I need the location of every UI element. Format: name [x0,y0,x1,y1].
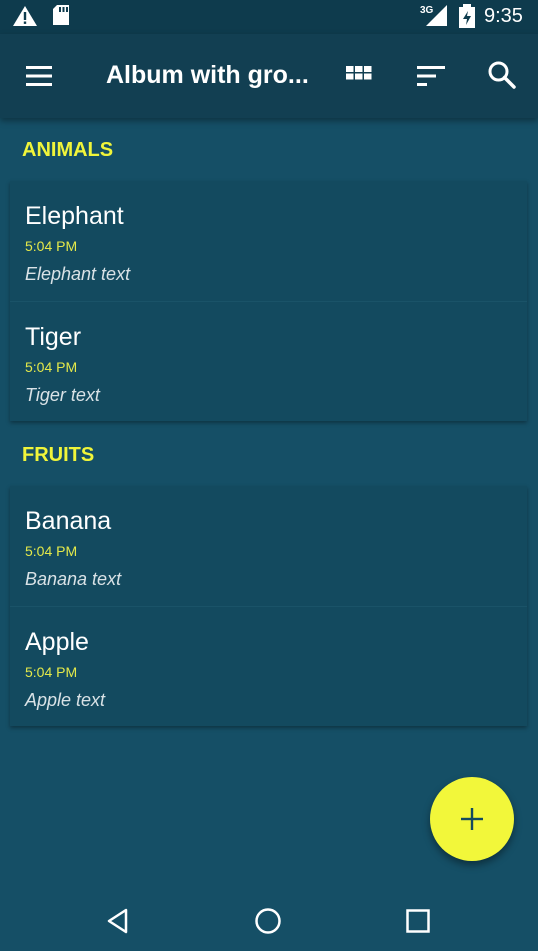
item-text: Banana text [25,569,122,589]
battery-icon [459,4,475,28]
plus-icon [461,808,483,830]
list-item[interactable]: Banana 5:04 PM Banana text [10,486,527,606]
item-time: 5:04 PM [25,543,78,559]
recents-icon[interactable] [404,907,432,935]
back-icon[interactable] [104,907,132,935]
list-item[interactable]: Tiger 5:04 PM Tiger text [10,301,527,421]
item-name: Apple [25,628,89,656]
status-bar: 3G 9:35 [0,0,538,34]
item-name: Elephant [25,202,124,230]
page-title: Album with gro... [106,61,309,89]
item-text: Elephant text [25,264,131,284]
home-icon[interactable] [254,907,282,935]
item-name: Banana [25,507,112,535]
item-text: Tiger text [25,385,100,405]
section-header-animals: ANIMALS [22,139,114,161]
menu-icon[interactable] [22,61,56,91]
item-time: 5:04 PM [25,359,78,375]
warning-icon [13,6,37,26]
item-time: 5:04 PM [25,238,78,254]
status-time: 9:35 [484,5,523,27]
search-icon[interactable] [486,59,518,91]
network-type-label: 3G [420,5,434,16]
list-item[interactable]: Elephant 5:04 PM Elephant text [10,181,527,301]
grid-view-icon[interactable] [344,61,374,91]
add-button[interactable] [430,777,514,861]
sd-card-icon [53,5,69,25]
list-item[interactable]: Apple 5:04 PM Apple text [10,606,527,726]
app-bar: Album with gro... [0,34,538,118]
item-text: Apple text [25,690,106,710]
navigation-bar [0,891,538,951]
section-header-fruits: FRUITS [22,444,95,466]
signal-icon: 3G [420,5,447,26]
item-name: Tiger [25,323,82,351]
sort-icon[interactable] [414,61,448,91]
item-time: 5:04 PM [25,664,78,680]
section-card-animals: Elephant 5:04 PM Elephant text Tiger 5:0… [10,181,527,421]
section-card-fruits: Banana 5:04 PM Banana text Apple 5:04 PM… [10,486,527,726]
